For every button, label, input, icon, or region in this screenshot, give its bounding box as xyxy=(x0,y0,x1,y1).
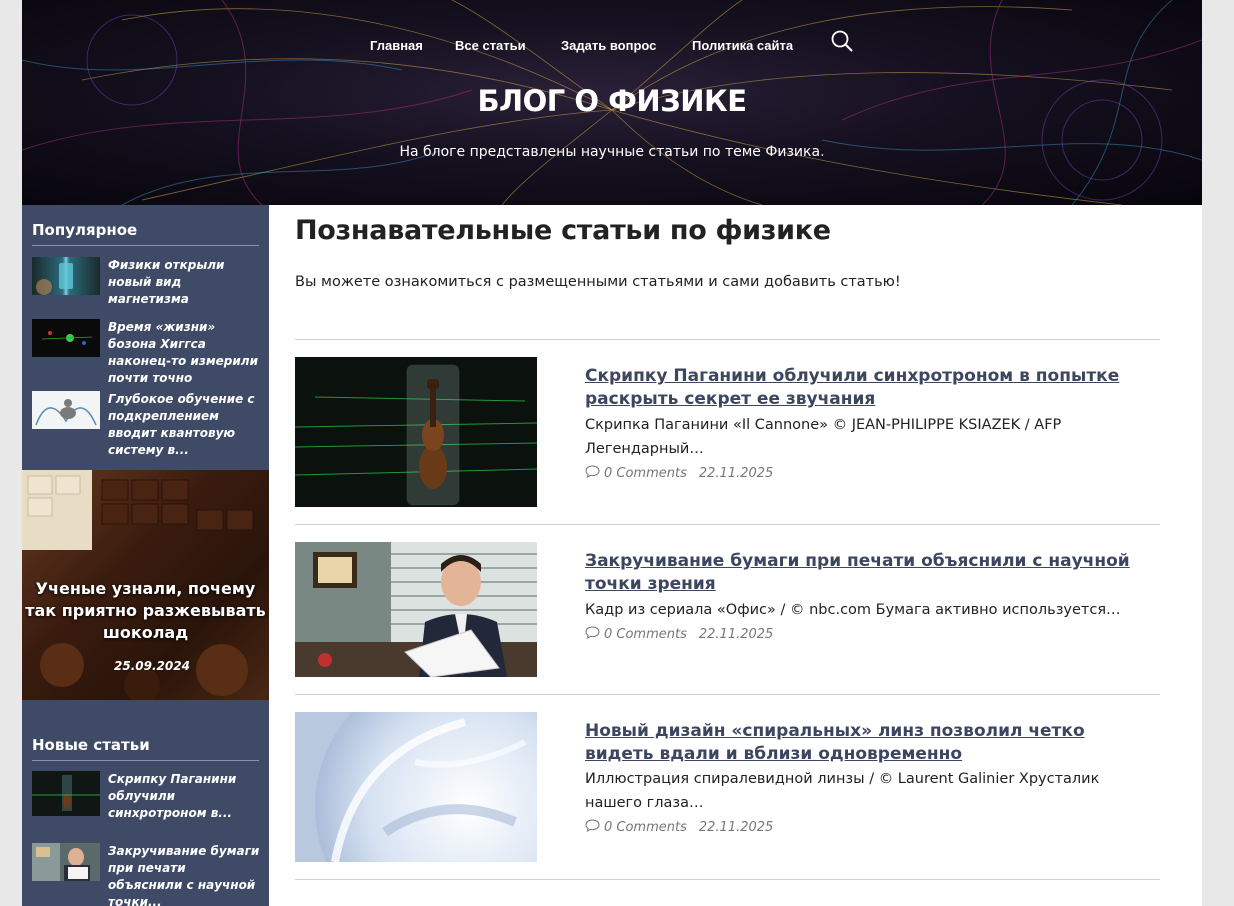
sidebar-item-link[interactable]: Закручивание бумаги при печати объяснили… xyxy=(108,843,263,906)
sidebar-item-link[interactable]: Скрипку Паганини облучили синхротроном в… xyxy=(108,771,263,822)
sidebar-thumb-image[interactable] xyxy=(32,257,100,295)
post-date: 22.11.2025 xyxy=(698,627,774,642)
sidebar-item-link[interactable]: Время «жизни» бозона Хиггса наконец-то и… xyxy=(108,319,263,387)
widget-title-popular: Популярное xyxy=(32,221,138,239)
post-title-link[interactable]: Закручивание бумаги при печати объяснили… xyxy=(585,550,1145,596)
post-divider xyxy=(295,339,1160,340)
main-nav: Главная Все статьи Задать вопрос Политик… xyxy=(22,38,1202,58)
featured-article-title[interactable]: Ученые узнали, почему так приятно разжев… xyxy=(22,578,269,644)
post-date: 22.11.2025 xyxy=(698,820,774,835)
nav-item-home[interactable]: Главная xyxy=(370,38,423,53)
comment-icon xyxy=(585,465,600,478)
post-divider xyxy=(295,694,1160,695)
sidebar: Популярное Физики открыли новый вид магн… xyxy=(22,205,269,906)
post-title-link[interactable]: Новый дизайн «спиральных» линз позволил … xyxy=(585,720,1145,766)
sidebar-thumb-image[interactable] xyxy=(32,771,100,816)
page-title: Познавательные статьи по физике xyxy=(295,215,831,246)
sidebar-thumb-image[interactable] xyxy=(32,391,100,429)
site-header: Главная Все статьи Задать вопрос Политик… xyxy=(22,0,1202,205)
post-comments-link[interactable]: 0 Comments xyxy=(604,627,687,642)
post-divider xyxy=(295,879,1160,880)
comment-icon xyxy=(585,819,600,832)
nav-item-site-policy[interactable]: Политика сайта xyxy=(692,38,793,53)
site-title[interactable]: БЛОГ О ФИЗИКЕ xyxy=(22,84,1202,118)
post-meta: 0 Comments 22.11.2025 xyxy=(585,626,773,642)
post-meta: 0 Comments 22.11.2025 xyxy=(585,819,773,835)
page: Главная Все статьи Задать вопрос Политик… xyxy=(22,0,1202,906)
search-icon[interactable] xyxy=(830,29,854,53)
post-meta: 0 Comments 22.11.2025 xyxy=(585,465,773,481)
sidebar-item-link[interactable]: Физики открыли новый вид магнетизма xyxy=(108,257,263,308)
post-title-link[interactable]: Скрипку Паганини облучили синхротроном в… xyxy=(585,365,1145,411)
post-comments-link[interactable]: 0 Comments xyxy=(604,466,687,481)
featured-article[interactable]: Ученые узнали, почему так приятно разжев… xyxy=(22,470,269,700)
post-excerpt: Скрипка Паганини «Il Cannone» © JEAN-PHI… xyxy=(585,417,1062,457)
post-thumbnail[interactable] xyxy=(295,542,537,677)
sidebar-thumb-image[interactable] xyxy=(32,319,100,357)
page-intro: Вы можете ознакомиться с размещенными ст… xyxy=(295,274,901,290)
post-thumbnail[interactable] xyxy=(295,357,537,507)
widget-title-new: Новые статьи xyxy=(32,736,150,754)
post-thumbnail[interactable] xyxy=(295,712,537,862)
post-date: 22.11.2025 xyxy=(698,466,774,481)
widget-divider xyxy=(32,760,259,761)
sidebar-thumb-image[interactable] xyxy=(32,843,100,881)
comment-icon xyxy=(585,626,600,639)
widget-divider xyxy=(32,245,259,246)
site-description: На блоге представлены научные статьи по … xyxy=(399,144,825,160)
sidebar-item-link[interactable]: Глубокое обучение с подкреплением вводит… xyxy=(108,391,263,459)
post-divider xyxy=(295,524,1160,525)
nav-item-ask-question[interactable]: Задать вопрос xyxy=(561,38,656,53)
featured-article-date: 25.09.2024 xyxy=(114,659,190,673)
post-excerpt: Кадр из сериала «Офис» / © nbc.com Бумаг… xyxy=(585,602,1121,618)
post-excerpt: Иллюстрация спиралевидной линзы / © Laur… xyxy=(585,771,1100,811)
nav-item-all-articles[interactable]: Все статьи xyxy=(455,38,526,53)
post-comments-link[interactable]: 0 Comments xyxy=(604,820,687,835)
